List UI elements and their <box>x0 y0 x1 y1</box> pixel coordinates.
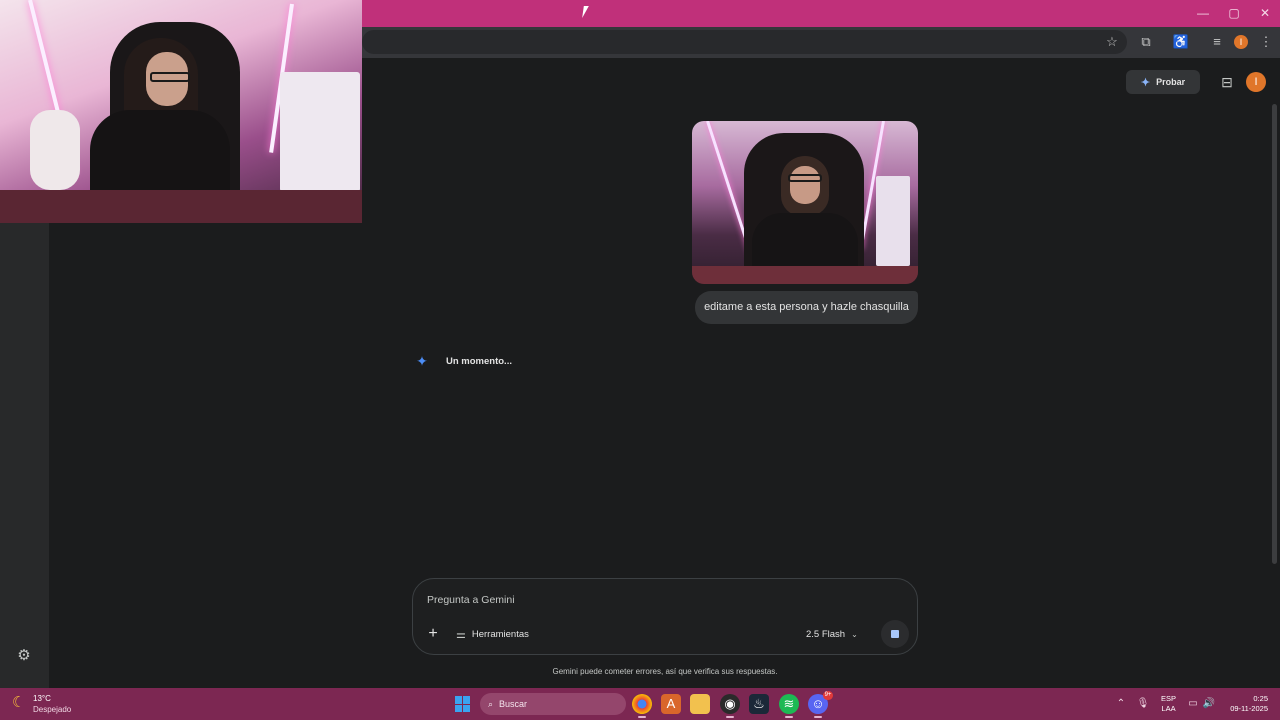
try-button-label: Probar <box>1156 77 1186 87</box>
webcam-overlay <box>0 0 362 223</box>
image-drawers <box>876 176 910 266</box>
stop-button[interactable] <box>881 620 909 648</box>
prompt-box <box>412 578 918 655</box>
spotify-icon[interactable]: ≋ <box>779 694 799 718</box>
chevron-up-icon[interactable]: ⌃ <box>1114 697 1128 711</box>
star-icon[interactable]: ☆ <box>1103 33 1121 51</box>
volume-icon[interactable]: 🔊 <box>1202 697 1216 711</box>
image-face <box>790 166 820 204</box>
discord-notification-badge: 9+ <box>823 691 833 700</box>
language-indicator[interactable]: ESP LAA <box>1161 694 1176 714</box>
extensions-icon[interactable]: ⧉ <box>1137 33 1155 51</box>
maximize-button[interactable]: ▢ <box>1225 5 1243 21</box>
sparkle-icon: ✦ <box>1140 76 1151 89</box>
model-status-text: Un momento... <box>446 356 512 367</box>
browser-profile-avatar[interactable]: I <box>1234 35 1248 49</box>
add-file-button[interactable]: + <box>424 625 442 643</box>
weather-temperature[interactable]: 13°C <box>33 694 51 703</box>
webcam-drawers <box>280 72 360 192</box>
taskbar-search-label: Buscar <box>499 699 528 709</box>
temporary-chat-icon[interactable]: ⊟ <box>1218 73 1236 91</box>
mouse-cursor <box>582 6 594 18</box>
close-button[interactable]: ✕ <box>1256 5 1274 21</box>
accessibility-icon[interactable]: ♿ <box>1172 33 1190 51</box>
settings-gear-icon[interactable]: ⚙ <box>16 648 32 664</box>
tools-label: Herramientas <box>471 628 529 640</box>
tools-button[interactable]: ⚌ Herramientas <box>456 625 529 643</box>
language-line1: ESP <box>1161 694 1177 703</box>
steam-icon[interactable]: ♨ <box>749 694 769 714</box>
prompt-input[interactable] <box>427 592 727 608</box>
model-selector[interactable]: 2.5 Flash ⌄ <box>806 625 858 643</box>
moon-weather-icon[interactable]: ☾ <box>12 694 30 712</box>
microphone-icon[interactable]: 🎙 <box>1136 697 1150 711</box>
chevron-down-icon: ⌄ <box>851 629 858 639</box>
weather-condition[interactable]: Despejado <box>33 705 71 714</box>
gemini-spark-icon: ✦ <box>416 353 428 369</box>
network-icon[interactable]: ▭ <box>1186 697 1200 711</box>
webcam-glasses <box>150 72 190 82</box>
image-glasses <box>788 174 822 182</box>
tools-sliders-icon: ⚌ <box>456 628 466 641</box>
obs-icon[interactable]: ◉ <box>720 694 740 718</box>
taskbar-clock[interactable]: 0:25 09-11-2025 <box>1222 694 1268 714</box>
windows-start-button[interactable] <box>455 696 471 712</box>
stop-icon <box>891 630 899 638</box>
uploaded-image[interactable] <box>692 121 918 284</box>
scrollbar[interactable] <box>1272 104 1277 564</box>
menu-icon[interactable]: ⋮ <box>1257 33 1275 51</box>
language-line2: LAA <box>1161 704 1176 713</box>
app-a-icon[interactable]: A <box>661 694 681 714</box>
chrome-icon[interactable] <box>632 694 652 718</box>
model-label: 2.5 Flash <box>806 628 846 640</box>
reading-list-icon[interactable]: ≡ <box>1208 33 1226 51</box>
try-button[interactable]: ✦ Probar <box>1126 70 1200 94</box>
file-explorer-icon[interactable] <box>690 694 710 714</box>
minimize-button[interactable]: — <box>1194 5 1212 21</box>
clock-time: 0:25 <box>1253 694 1268 703</box>
clock-date: 09-11-2025 <box>1230 704 1268 713</box>
user-message: editame a esta persona y hazle chasquill… <box>695 291 918 324</box>
disclaimer-text: Gemini puede cometer errores, así que ve… <box>552 667 778 676</box>
webcam-floor <box>0 190 362 223</box>
taskbar-search[interactable]: ⌕ Buscar <box>480 693 626 715</box>
address-bar[interactable] <box>362 30 1127 54</box>
discord-icon[interactable]: ☺ 9+ <box>808 691 833 718</box>
search-icon: ⌕ <box>488 698 494 709</box>
image-floor <box>692 266 918 284</box>
account-avatar[interactable]: I <box>1246 72 1266 92</box>
webcam-plush-toy <box>30 110 80 190</box>
